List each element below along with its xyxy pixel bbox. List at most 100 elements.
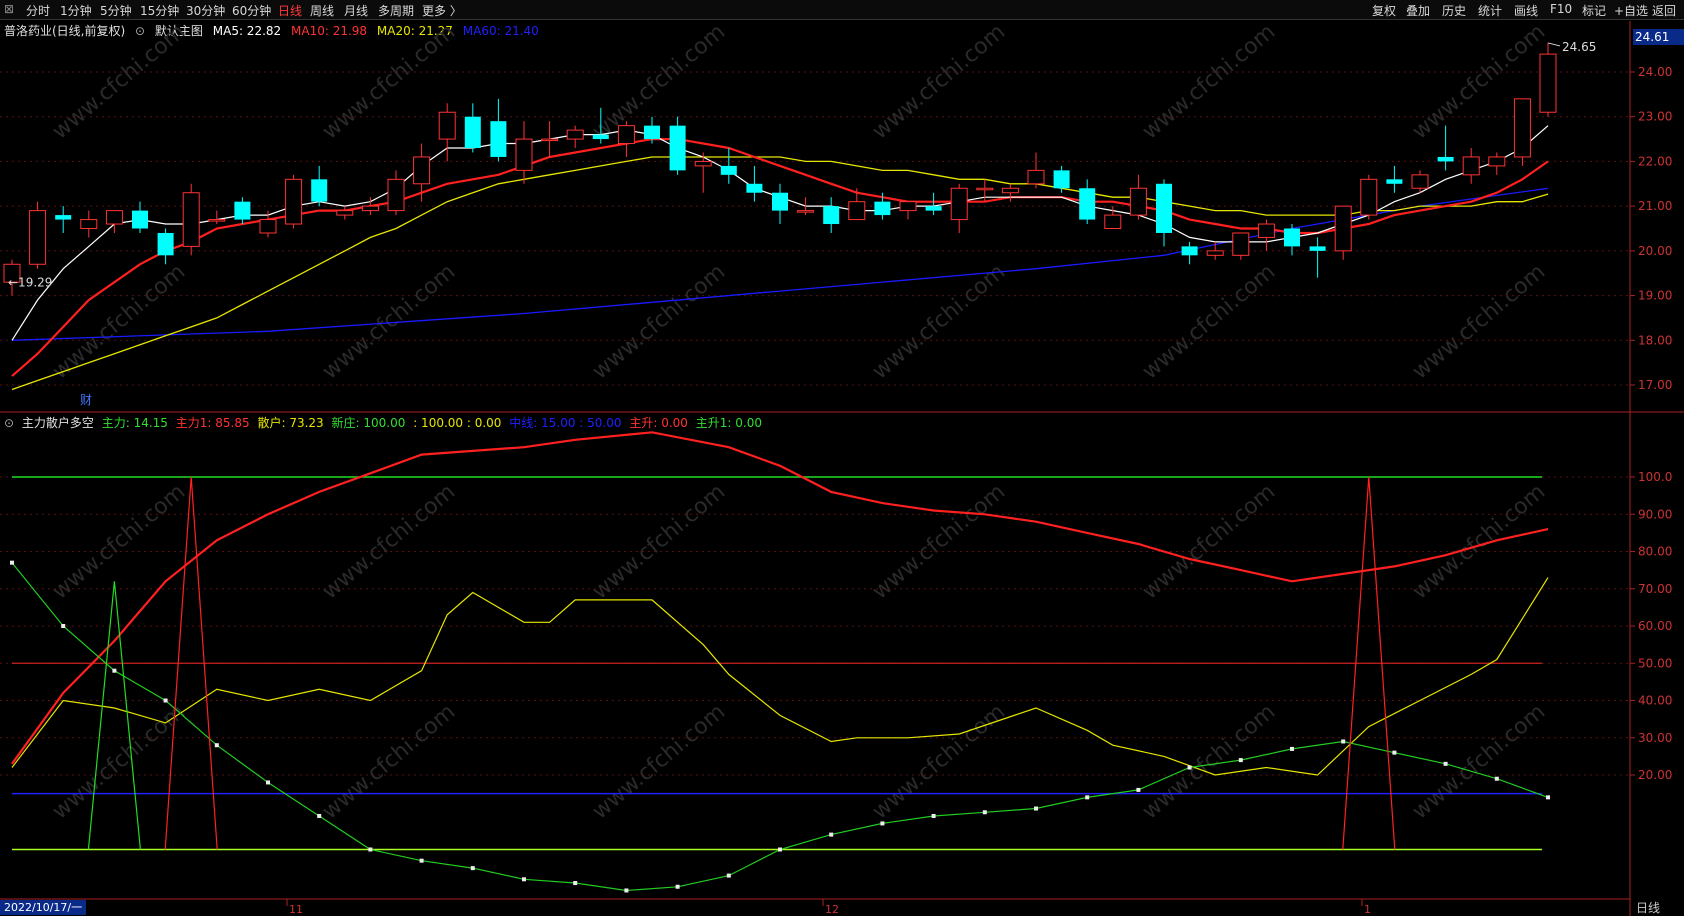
ma5-line [11, 125, 1549, 341]
candle-body-down [1386, 179, 1403, 184]
zhuli1-line [11, 431, 1549, 765]
sanhu-value: 散户: 73.23 [257, 416, 324, 430]
zhuli-point [368, 847, 373, 852]
candle-body-up [80, 219, 98, 230]
tab-60min[interactable]: 60分钟 [232, 2, 271, 19]
candle-body-down [1079, 188, 1096, 220]
window-menu-icon[interactable]: ⊠ [4, 2, 14, 16]
indicator-axis-label: 40.00 [1638, 694, 1672, 708]
candle-body-up [694, 160, 712, 167]
candle-body-down [823, 206, 840, 225]
tab-15min[interactable]: 15分钟 [140, 2, 179, 19]
zhuli-point [419, 858, 424, 863]
watermark-text: www.cfchi.com [868, 699, 1010, 824]
candle-body-down [925, 206, 942, 211]
zhuli-point [1136, 787, 1141, 792]
ma5-value: MA5: 22.82 [212, 24, 282, 38]
watermark-text: www.cfchi.com [1138, 19, 1280, 144]
price-axis-label: 22.00 [1638, 154, 1672, 168]
tab-1min[interactable]: 1分钟 [60, 2, 92, 19]
watermark-text: www.cfchi.com [588, 19, 730, 144]
watermark-text: www.cfchi.com [588, 479, 730, 604]
fuquan-button[interactable]: 复权 [1372, 2, 1396, 19]
month-label: 1 [1364, 903, 1371, 916]
candle-body-up [541, 138, 559, 142]
candle-body-up [1104, 214, 1122, 229]
indicator-toggle-icon[interactable]: ⊙ [4, 416, 14, 430]
candle-body-down [55, 215, 72, 220]
watermark-text: www.cfchi.com [588, 699, 730, 824]
watermark-text: www.cfchi.com [48, 479, 190, 604]
candle-body-down [234, 201, 251, 220]
back-button[interactable]: 返回 [1652, 2, 1676, 19]
watermark-text: www.cfchi.com [1138, 699, 1280, 824]
candle-body-down [1156, 183, 1172, 233]
candle-body-down [669, 125, 686, 171]
overlay-button[interactable]: 叠加 [1406, 2, 1430, 19]
candle-body-up [438, 111, 456, 140]
main-chart-legend: 普洛药业(日线,前复权) ⊙ 默认主图 MA5: 22.82 MA10: 21.… [4, 22, 545, 39]
zhuli-point [1494, 776, 1499, 781]
tab-30min[interactable]: 30分钟 [186, 2, 225, 19]
tab-multi-period[interactable]: 多周期 [378, 2, 414, 19]
candle-body-up [29, 210, 47, 265]
candle-body-down [132, 210, 148, 229]
zhuli-point [1392, 750, 1397, 755]
candle-body-up [1257, 223, 1275, 238]
signal-spike [1342, 476, 1396, 850]
watermark-text: www.cfchi.com [868, 479, 1010, 604]
candle-body-up [950, 187, 968, 221]
zhuli-point [1187, 765, 1192, 770]
zhuli-point [112, 668, 117, 673]
candle-body-up [976, 187, 994, 191]
watermark-text: www.cfchi.com [868, 19, 1010, 144]
candle-body-up [1129, 187, 1147, 216]
candle-body-up [387, 178, 405, 212]
watermark-text: www.cfchi.com [318, 699, 460, 824]
zhuli-point [10, 560, 14, 565]
candle-body-up [1411, 174, 1429, 189]
candle-body-up [1001, 187, 1019, 194]
mark-button[interactable]: 标记 [1582, 2, 1606, 19]
zhuli-point [163, 698, 168, 703]
watermark-text: www.cfchi.com [1138, 479, 1280, 604]
watermark-text: www.cfchi.com [1408, 699, 1550, 824]
candle-body-up [413, 156, 431, 185]
tab-daily[interactable]: 日线 [278, 2, 302, 19]
candle-body-up [259, 219, 277, 234]
price-axis-label: 20.00 [1638, 244, 1672, 258]
month-label: 12 [825, 903, 839, 916]
tab-monthly[interactable]: 月线 [344, 2, 368, 19]
indicator-name[interactable]: 主力散户多空 [22, 416, 94, 430]
zhuli-line [11, 562, 1549, 892]
candle-body-up [1539, 53, 1557, 113]
zhuli-point [1034, 806, 1038, 811]
watermark-text: www.cfchi.com [318, 479, 460, 604]
tab-weekly[interactable]: 周线 [310, 2, 334, 19]
zhuli-point [880, 821, 885, 826]
period-toolbar: ⊠ 分时 1分钟 5分钟 15分钟 30分钟 60分钟 日线 周线 月线 多周期… [0, 0, 1684, 20]
history-button[interactable]: 历史 [1442, 2, 1466, 19]
watermark-text: www.cfchi.com [588, 259, 730, 384]
indicator-axis-label: 50.00 [1638, 656, 1672, 670]
candle-body-down [592, 134, 609, 140]
template-name[interactable]: 默认主图 [155, 24, 203, 38]
zhuli-point [1290, 746, 1294, 751]
indicator-axis-label: 90.00 [1638, 507, 1672, 521]
draw-button[interactable]: 画线 [1514, 2, 1538, 19]
stats-button[interactable]: 统计 [1478, 2, 1502, 19]
candle-body-down [1437, 156, 1454, 162]
candle-body-up [617, 125, 635, 145]
tab-more[interactable]: 更多 〉 [422, 2, 462, 19]
watermark-text: www.cfchi.com [1138, 259, 1280, 384]
stock-chart: www.cfchi.com www.cfchi.com www.cfchi.com w… [0, 19, 1684, 916]
zhuli1-value: 主力1: 85.85 [175, 416, 250, 430]
tab-fenshi[interactable]: 分时 [26, 2, 50, 19]
f10-button[interactable]: F10 [1550, 2, 1572, 16]
template-toggle-icon[interactable]: ⊙ [135, 24, 145, 38]
tab-5min[interactable]: 5分钟 [100, 2, 132, 19]
watermark-text: www.cfchi.com [318, 259, 460, 384]
candle-body-up [899, 201, 917, 212]
add-watchlist-button[interactable]: +自选 [1614, 2, 1648, 19]
candle-body-up [1334, 205, 1352, 252]
